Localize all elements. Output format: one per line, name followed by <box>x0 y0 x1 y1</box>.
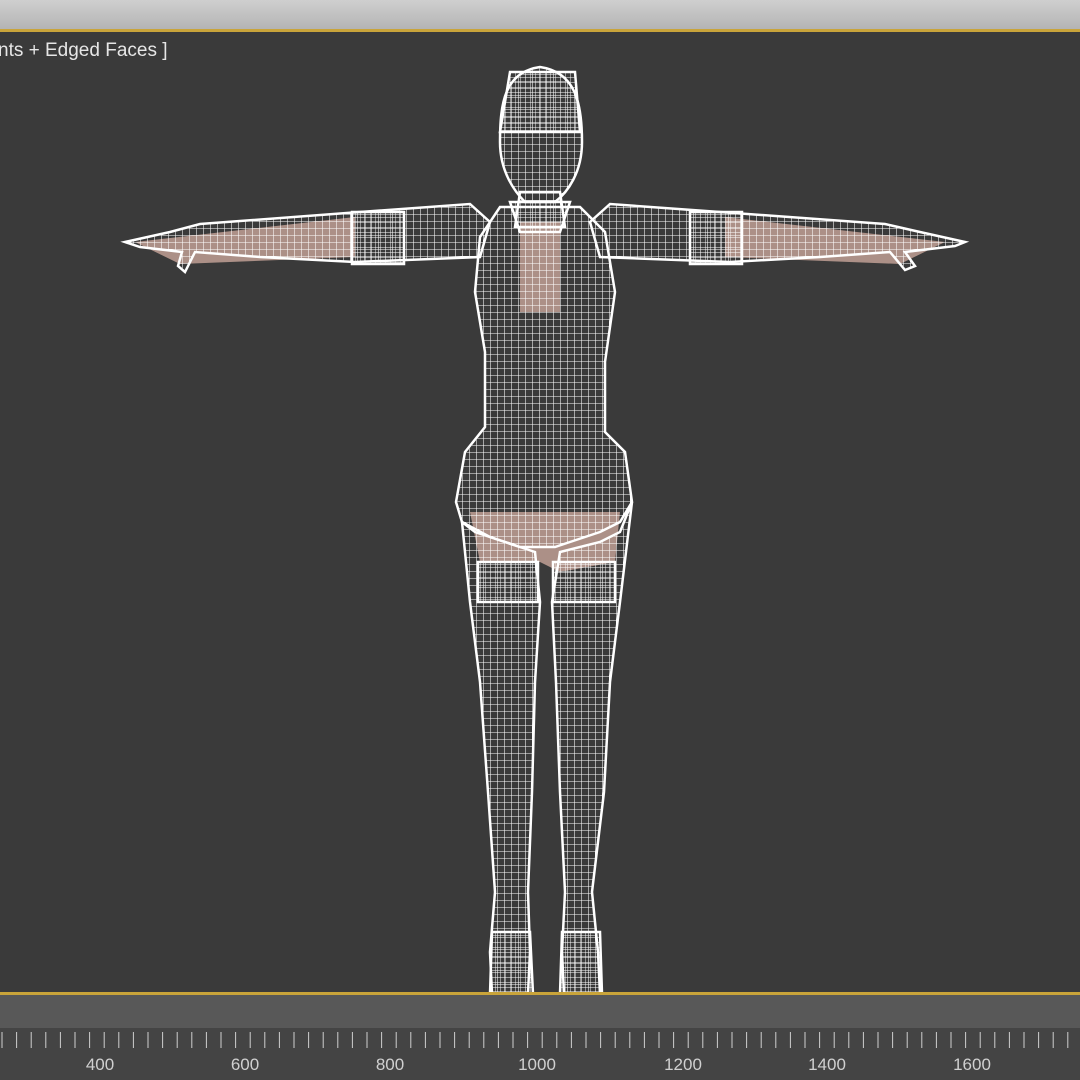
right-arm-band <box>688 210 744 266</box>
right-stocking-top <box>551 560 617 604</box>
ruler-label-1200: 1200 <box>664 1055 702 1074</box>
mesh-right-arm <box>588 202 970 272</box>
wireframe-character-model[interactable] <box>0 32 1080 992</box>
mesh-torso-dress <box>454 205 634 549</box>
front-viewport[interactable]: nts + Edged Faces ] <box>0 29 1080 995</box>
ruler-label-1400: 1400 <box>808 1055 846 1074</box>
collar <box>508 200 572 234</box>
ruler-label-800: 800 <box>375 1055 405 1074</box>
hair-cap <box>498 70 582 134</box>
title-strip <box>0 0 1080 29</box>
left-arm-band <box>350 210 406 266</box>
mesh-left-arm <box>120 202 492 274</box>
time-slider[interactable] <box>0 995 1080 1029</box>
left-stocking-top <box>476 560 540 604</box>
ruler-label-1000: 1000 <box>518 1055 556 1074</box>
ruler-label-1600: 1600 <box>953 1055 991 1074</box>
right-shoe <box>558 930 604 992</box>
ruler-label-400: 400 <box>85 1055 115 1074</box>
left-shoe <box>488 930 535 992</box>
ruler-label-600: 600 <box>230 1055 260 1074</box>
